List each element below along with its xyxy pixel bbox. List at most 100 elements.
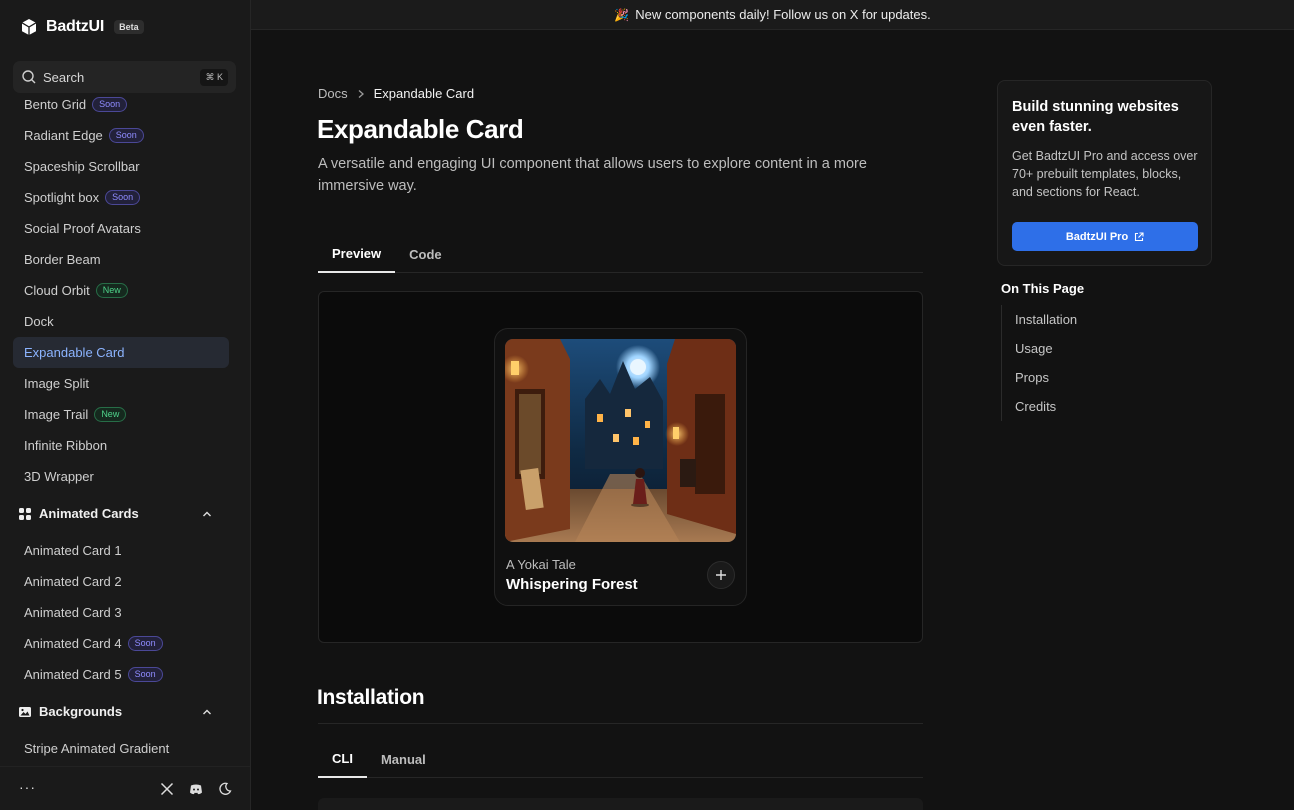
- sidebar-item-label: Animated Card 4: [24, 636, 122, 651]
- soon-badge: Soon: [127, 636, 163, 651]
- chevron-up-icon: [203, 511, 211, 516]
- sidebar-item-label: Image Trail: [24, 407, 89, 422]
- breadcrumb: Docs Expandable Card: [318, 86, 474, 101]
- toc-installation[interactable]: Installation: [1002, 305, 1161, 334]
- section-label: Animated Cards: [39, 506, 139, 521]
- expand-button[interactable]: [707, 561, 735, 589]
- search-placeholder: Search: [43, 69, 85, 85]
- sidebar-item-cloud-orbit[interactable]: Cloud Orbit New: [13, 275, 229, 306]
- new-badge: New: [94, 407, 127, 422]
- sidebar-item-label: Spotlight box: [24, 190, 100, 205]
- sidebar-item-animated-card-3[interactable]: Animated Card 3: [13, 597, 229, 628]
- preview-tabs: Preview Code: [318, 236, 923, 273]
- sidebar-item-label: Border Beam: [24, 252, 101, 267]
- toc-heading: On This Page: [1001, 281, 1085, 296]
- table-of-contents: Installation Usage Props Credits: [1001, 305, 1161, 421]
- party-popper-icon: 🎉: [614, 7, 630, 22]
- sidebar-item-label: Spaceship Scrollbar: [24, 159, 140, 174]
- sidebar-item-label: Stripe Animated Gradient: [24, 741, 170, 756]
- banner-text: New components daily! Follow us on X for…: [635, 7, 931, 22]
- tab-cli[interactable]: CLI: [318, 741, 367, 778]
- sidebar-item-bento-grid[interactable]: Bento Grid Soon: [13, 93, 229, 120]
- sidebar-item-label: Bento Grid: [24, 97, 87, 112]
- sidebar-item-label: Cloud Orbit: [24, 283, 90, 298]
- search-icon: [22, 70, 36, 84]
- sidebar-item-label: Image Split: [24, 376, 90, 391]
- sidebar-item-animated-card-5[interactable]: Animated Card 5 Soon: [13, 659, 229, 690]
- soon-badge: Soon: [108, 128, 144, 143]
- sidebar-item-label: Expandable Card: [24, 345, 125, 360]
- cube-logo-icon: [21, 19, 37, 35]
- sidebar-item-image-split[interactable]: Image Split: [13, 368, 229, 399]
- sidebar-item-spotlight-box[interactable]: Spotlight box Soon: [13, 182, 229, 213]
- sidebar-item-animated-card-2[interactable]: Animated Card 2: [13, 566, 229, 597]
- grid-icon: [19, 507, 31, 520]
- promo-text: Get BadtzUI Pro and access over 70+ preb…: [1012, 149, 1198, 199]
- toc-usage[interactable]: Usage: [1002, 334, 1161, 363]
- card-subtitle: A Yokai Tale: [506, 557, 576, 572]
- installation-heading: Installation: [317, 686, 425, 709]
- search-button[interactable]: Search ⌘ K: [13, 61, 236, 93]
- sidebar-item-label: Animated Card 2: [24, 574, 122, 589]
- toc-props[interactable]: Props: [1002, 363, 1161, 392]
- sidebar-item-border-beam[interactable]: Border Beam: [13, 244, 229, 275]
- section-animated-cards[interactable]: Animated Cards: [13, 492, 229, 535]
- tab-code[interactable]: Code: [395, 236, 456, 273]
- pro-button-label: BadtzUI Pro: [1065, 230, 1129, 243]
- card-title: Whispering Forest: [506, 576, 638, 593]
- expandable-card[interactable]: A Yokai Tale Whispering Forest: [494, 328, 747, 606]
- beta-badge: Beta: [114, 20, 144, 34]
- soon-badge: Soon: [92, 97, 128, 112]
- sidebar-item-label: Animated Card 1: [24, 543, 122, 558]
- search-shortcut: ⌘ K: [200, 68, 228, 86]
- image-icon: [19, 706, 31, 717]
- sidebar-item-label: Animated Card 5: [24, 667, 122, 682]
- tab-manual[interactable]: Manual: [367, 741, 440, 778]
- announcement-banner[interactable]: 🎉 New components daily! Follow us on X f…: [251, 0, 1294, 30]
- sidebar-item-label: Dock: [24, 314, 54, 329]
- breadcrumb-docs[interactable]: Docs: [318, 86, 348, 101]
- sidebar-item-label: Social Proof Avatars: [24, 221, 141, 236]
- card-image: [505, 339, 736, 542]
- sidebar-item-3d-wrapper[interactable]: 3D Wrapper: [13, 461, 229, 492]
- badtzui-pro-button[interactable]: BadtzUI Pro: [1012, 222, 1198, 251]
- breadcrumb-current: Expandable Card: [373, 86, 475, 101]
- toc-credits[interactable]: Credits: [1002, 392, 1161, 421]
- sidebar-item-label: Animated Card 3: [24, 605, 122, 620]
- pro-promo-card: Build stunning websites even faster. Get…: [997, 80, 1212, 266]
- tab-preview[interactable]: Preview: [318, 236, 396, 273]
- x-twitter-icon[interactable]: [160, 782, 174, 796]
- sidebar-item-spaceship-scrollbar[interactable]: Spaceship Scrollbar: [13, 151, 229, 182]
- sidebar-item-infinite-ribbon[interactable]: Infinite Ribbon: [13, 430, 229, 461]
- divider: [318, 723, 923, 724]
- section-backgrounds[interactable]: Backgrounds: [13, 690, 229, 733]
- sidebar-item-social-proof-avatars[interactable]: Social Proof Avatars: [13, 213, 229, 244]
- install-tabs: CLI Manual: [318, 741, 923, 778]
- code-block: [318, 798, 923, 810]
- sidebar-nav: Bento Grid Soon Radiant Edge Soon Spaceship …: [13, 93, 236, 765]
- brand-name: BadtzUI: [46, 18, 105, 35]
- sidebar-item-stripe-animated-gradient[interactable]: Stripe Animated Gradient: [13, 733, 229, 764]
- theme-toggle-icon[interactable]: [218, 782, 232, 796]
- section-label: Backgrounds: [39, 704, 123, 719]
- external-link-icon: [1135, 231, 1144, 241]
- more-icon[interactable]: ···: [19, 779, 36, 795]
- sidebar-item-animated-card-1[interactable]: Animated Card 1: [13, 535, 229, 566]
- page-title: Expandable Card: [317, 114, 524, 144]
- discord-icon[interactable]: [189, 782, 203, 796]
- page-description: A versatile and engaging UI component th…: [318, 156, 867, 194]
- sidebar-item-expandable-card[interactable]: Expandable Card: [13, 337, 229, 368]
- sidebar-item-image-trail[interactable]: Image Trail New: [13, 399, 229, 430]
- sidebar: BadtzUI Beta Search ⌘ K Bento Grid Soon Ra…: [0, 0, 251, 810]
- sidebar-item-label: Infinite Ribbon: [24, 438, 108, 453]
- soon-badge: Soon: [127, 667, 163, 682]
- plus-icon: [716, 570, 726, 580]
- sidebar-item-radiant-edge[interactable]: Radiant Edge Soon: [13, 120, 229, 151]
- sidebar-item-animated-card-4[interactable]: Animated Card 4 Soon: [13, 628, 229, 659]
- sidebar-item-dock[interactable]: Dock: [13, 306, 229, 337]
- chevron-right-icon: [358, 89, 364, 98]
- soon-badge: Soon: [105, 190, 141, 205]
- brand[interactable]: BadtzUI Beta: [20, 18, 144, 36]
- chevron-up-icon: [203, 709, 211, 714]
- sidebar-item-label: 3D Wrapper: [24, 469, 94, 484]
